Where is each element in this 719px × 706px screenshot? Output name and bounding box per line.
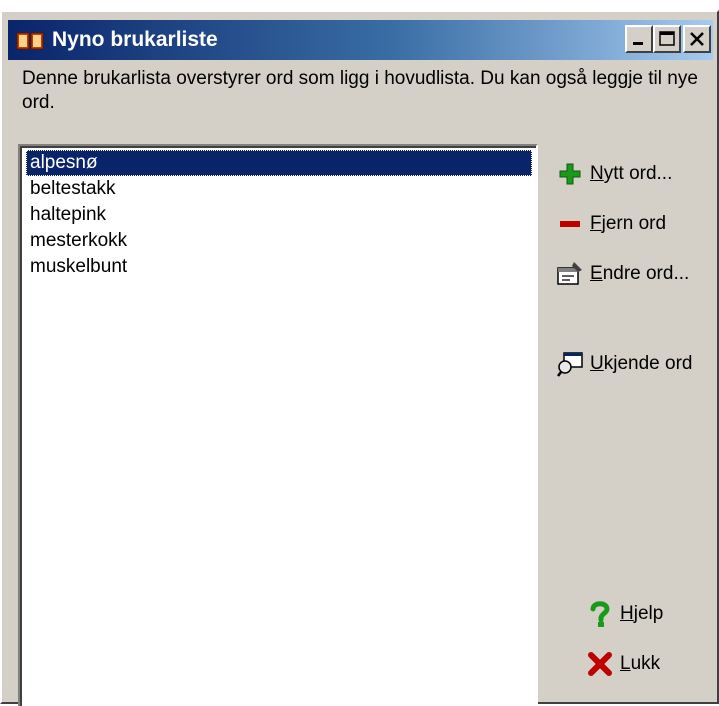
- close-icon: [690, 32, 704, 46]
- new-word-button[interactable]: Nytt ord...: [556, 156, 672, 192]
- list-item[interactable]: haltepink: [26, 202, 532, 228]
- help-icon: [586, 600, 614, 628]
- list-item[interactable]: mesterkokk: [26, 228, 532, 254]
- close-button[interactable]: Lukk: [586, 646, 660, 682]
- edit-word-button[interactable]: Endre ord...: [556, 256, 689, 292]
- word-list[interactable]: alpesnø beltestakk haltepink mesterkokk …: [18, 144, 538, 706]
- plus-icon: [556, 160, 584, 188]
- help-button[interactable]: Hjelp: [586, 596, 663, 632]
- remove-word-button[interactable]: Fjern ord: [556, 206, 666, 242]
- unknown-words-button[interactable]: Ukjende ord: [556, 346, 692, 382]
- edit-icon: [556, 260, 584, 288]
- window-title: Nyno brukarliste: [52, 28, 218, 51]
- close-x-icon: [586, 650, 614, 678]
- dialog-window: Nyno brukarliste Denne brukarlista overs…: [0, 10, 719, 706]
- close-window-button[interactable]: [683, 25, 711, 53]
- title-bar[interactable]: Nyno brukarliste: [8, 20, 713, 60]
- list-item[interactable]: beltestakk: [26, 176, 532, 202]
- maximize-icon: [659, 31, 675, 46]
- description-text: Denne brukarlista overstyrer ord som lig…: [22, 68, 698, 113]
- book-icon: [16, 32, 44, 50]
- maximize-button[interactable]: [653, 25, 681, 53]
- minus-icon: [556, 210, 584, 238]
- minimize-button[interactable]: [625, 25, 653, 53]
- list-item[interactable]: alpesnø: [26, 150, 532, 176]
- list-item[interactable]: muskelbunt: [26, 254, 532, 280]
- search-document-icon: [556, 350, 584, 378]
- minimize-icon: [633, 42, 643, 45]
